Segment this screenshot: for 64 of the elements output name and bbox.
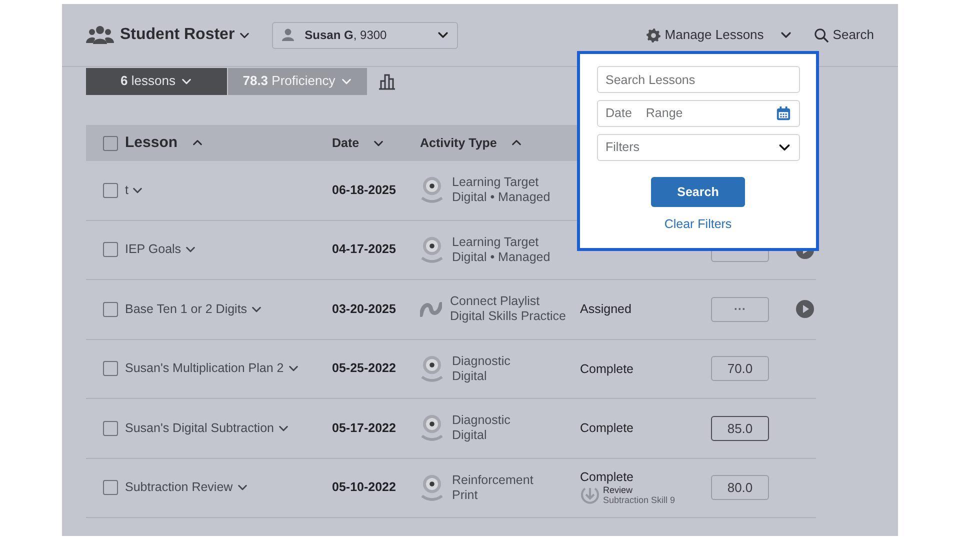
- student-select[interactable]: Susan G, 9300: [272, 22, 458, 48]
- checkbox[interactable]: [103, 361, 118, 376]
- caret-icon: [780, 29, 792, 41]
- date-cell-text: 04-17-2025: [332, 241, 397, 258]
- column-header[interactable]: Lesson: [125, 132, 332, 154]
- activity-type-text: Learning Target Digital • Managed: [452, 175, 550, 206]
- bar-chart-icon[interactable]: [378, 72, 396, 90]
- checkbox[interactable]: [103, 420, 118, 436]
- activity-type-text: Reinforcement Print: [452, 472, 534, 503]
- column-header[interactable]: Activity Type: [420, 134, 580, 152]
- checkbox[interactable]: [103, 480, 118, 496]
- column-header[interactable]: Date: [332, 134, 420, 152]
- status-text: Complete: [580, 470, 634, 484]
- lesson-dropdown[interactable]: Subtraction Review: [125, 478, 248, 498]
- clear-filters-link[interactable]: Clear Filters: [664, 215, 732, 234]
- date-range-field[interactable]: Date Range: [596, 100, 800, 127]
- download-icon[interactable]: [580, 485, 600, 506]
- play-icon[interactable]: [796, 300, 814, 318]
- lesson-dropdown[interactable]: Base Ten 1 or 2 Digits: [125, 300, 262, 319]
- activity-type-text: Diagnostic Digital: [452, 354, 510, 384]
- search-icon: [814, 28, 829, 42]
- target-icon: [420, 414, 444, 442]
- score-button[interactable]: 85.0: [711, 416, 769, 441]
- search-button[interactable]: Search: [814, 25, 874, 45]
- status-text: Assigned: [580, 302, 632, 316]
- calendar-icon[interactable]: [776, 106, 790, 121]
- roster-dropdown[interactable]: Student Roster: [120, 23, 250, 47]
- lesson-dropdown[interactable]: t: [125, 180, 144, 200]
- target-icon: [420, 474, 444, 502]
- caret-icon: [436, 29, 449, 41]
- wave-icon: [420, 301, 442, 318]
- search-lessons-field[interactable]: Search Lessons: [596, 66, 800, 93]
- date-cell-text: 06-18-2025: [332, 182, 397, 199]
- review-detail: Subtraction Skill 9: [603, 495, 676, 506]
- date-cell-text: 03-20-2025: [332, 300, 397, 318]
- date-cell-text: 05-10-2022: [332, 479, 397, 496]
- review-label: Review: [603, 485, 634, 496]
- lesson-dropdown[interactable]: Susan's Digital Subtraction: [125, 418, 289, 438]
- settings-icon: [646, 28, 661, 42]
- score-button[interactable]: 80.0: [711, 475, 769, 500]
- activity-type-text: Connect Playlist Digital Skills Practice: [450, 294, 566, 324]
- lesson-dropdown[interactable]: Susan's Multiplication Plan 2: [125, 359, 299, 378]
- search-button[interactable]: Search: [651, 177, 745, 207]
- filters-select[interactable]: Filters: [596, 134, 800, 161]
- group-icon: [86, 25, 114, 45]
- date-cell-text: 05-17-2022: [332, 420, 397, 437]
- lesson-dropdown[interactable]: IEP Goals: [125, 240, 196, 260]
- select-all-checkbox[interactable]: [103, 136, 118, 150]
- status-text: Complete: [580, 421, 634, 436]
- checkbox[interactable]: [103, 302, 118, 317]
- date-cell-text: 05-25-2022: [332, 360, 397, 378]
- activity-type-text: Diagnostic Digital: [452, 413, 510, 444]
- target-icon: [420, 354, 444, 383]
- target-icon: [420, 176, 444, 204]
- score-button[interactable]: 70.0: [711, 356, 769, 382]
- status-text: Complete: [580, 362, 634, 376]
- checkbox[interactable]: [103, 242, 118, 258]
- activity-type-text: Learning Target Digital • Managed: [452, 234, 550, 265]
- checkbox[interactable]: [103, 182, 118, 198]
- lessons-dropdown[interactable]: 6 lessons: [86, 68, 227, 94]
- manage-lessons-menu[interactable]: Manage Lessons: [646, 25, 792, 45]
- person-icon: [280, 28, 295, 42]
- target-icon: [420, 236, 444, 264]
- more-button[interactable]: ···: [711, 296, 769, 322]
